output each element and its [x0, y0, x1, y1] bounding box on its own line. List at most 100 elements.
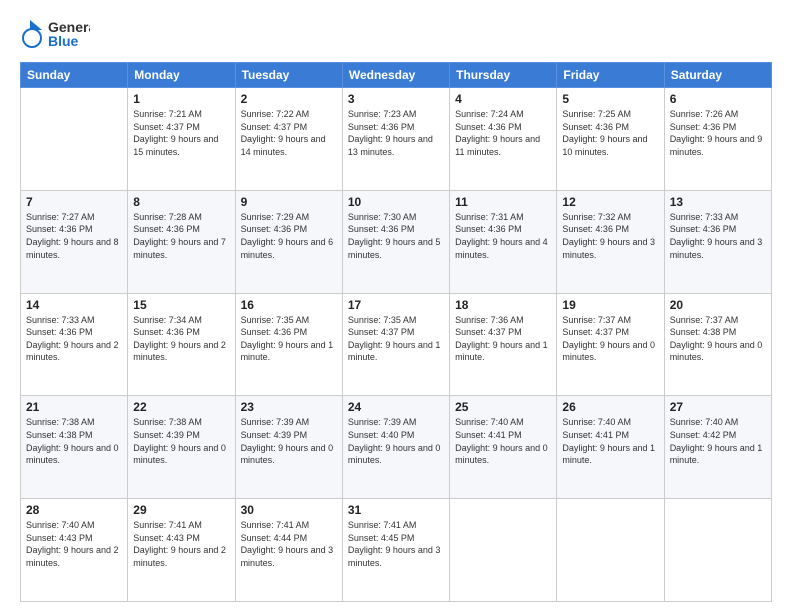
calendar-cell: 21 Sunrise: 7:38 AMSunset: 4:38 PMDayligh…	[21, 396, 128, 499]
cell-info: Sunrise: 7:38 AMSunset: 4:39 PMDaylight:…	[133, 416, 229, 466]
calendar-cell: 12Sunrise: 7:32 AMSunset: 4:36 PMDayligh…	[557, 190, 664, 293]
calendar-cell: 24 Sunrise: 7:39 AMSunset: 4:40 PMDayligh…	[342, 396, 449, 499]
calendar-cell: 19 Sunrise: 7:37 AMSunset: 4:37 PMDayligh…	[557, 293, 664, 396]
cell-info: Sunrise: 7:35 AMSunset: 4:36 PMDaylight:…	[241, 314, 337, 364]
cell-info: Sunrise: 7:29 AMSunset: 4:36 PMDaylight:…	[241, 211, 337, 261]
calendar-cell: 20 Sunrise: 7:37 AMSunset: 4:38 PMDayligh…	[664, 293, 771, 396]
cell-info: Sunrise: 7:40 AMSunset: 4:41 PMDaylight:…	[562, 416, 658, 466]
cell-info: Sunrise: 7:28 AMSunset: 4:36 PMDaylight:…	[133, 211, 229, 261]
cell-info: Sunrise: 7:24 AMSunset: 4:36 PMDaylight:…	[455, 108, 551, 158]
header-cell-sunday: Sunday	[21, 63, 128, 88]
calendar-week-3: 21 Sunrise: 7:38 AMSunset: 4:38 PMDayligh…	[21, 396, 772, 499]
header-cell-thursday: Thursday	[450, 63, 557, 88]
cell-info: Sunrise: 7:40 AMSunset: 4:43 PMDaylight:…	[26, 519, 122, 569]
cell-info: Sunrise: 7:23 AMSunset: 4:36 PMDaylight:…	[348, 108, 444, 158]
cell-info: Sunrise: 7:22 AMSunset: 4:37 PMDaylight:…	[241, 108, 337, 158]
calendar-cell: 28 Sunrise: 7:40 AMSunset: 4:43 PMDayligh…	[21, 499, 128, 602]
day-number: 31	[348, 503, 444, 517]
day-number: 29	[133, 503, 229, 517]
day-number: 8	[133, 195, 229, 209]
day-number: 16	[241, 298, 337, 312]
day-number: 2	[241, 92, 337, 106]
header-cell-friday: Friday	[557, 63, 664, 88]
cell-info: Sunrise: 7:35 AMSunset: 4:37 PMDaylight:…	[348, 314, 444, 364]
svg-text:Blue: Blue	[48, 33, 79, 49]
day-number: 11	[455, 195, 551, 209]
cell-info: Sunrise: 7:41 AMSunset: 4:43 PMDaylight:…	[133, 519, 229, 569]
day-number: 17	[348, 298, 444, 312]
day-number: 24	[348, 400, 444, 414]
day-number: 30	[241, 503, 337, 517]
calendar-cell: 3 Sunrise: 7:23 AMSunset: 4:36 PMDaylight…	[342, 88, 449, 191]
calendar-cell: 18 Sunrise: 7:36 AMSunset: 4:37 PMDayligh…	[450, 293, 557, 396]
calendar-cell: 9Sunrise: 7:29 AMSunset: 4:36 PMDaylight…	[235, 190, 342, 293]
cell-info: Sunrise: 7:40 AMSunset: 4:42 PMDaylight:…	[670, 416, 766, 466]
day-number: 23	[241, 400, 337, 414]
cell-info: Sunrise: 7:32 AMSunset: 4:36 PMDaylight:…	[562, 211, 658, 261]
calendar-week-1: 7Sunrise: 7:27 AMSunset: 4:36 PMDaylight…	[21, 190, 772, 293]
page-container: GeneralBlue SundayMondayTuesdayWednesday…	[0, 0, 792, 612]
day-number: 26	[562, 400, 658, 414]
day-number: 18	[455, 298, 551, 312]
day-number: 10	[348, 195, 444, 209]
cell-info: Sunrise: 7:37 AMSunset: 4:38 PMDaylight:…	[670, 314, 766, 364]
calendar-cell: 29 Sunrise: 7:41 AMSunset: 4:43 PMDayligh…	[128, 499, 235, 602]
calendar-cell: 8 Sunrise: 7:28 AMSunset: 4:36 PMDaylight…	[128, 190, 235, 293]
calendar-header-row: SundayMondayTuesdayWednesdayThursdayFrid…	[21, 63, 772, 88]
calendar-cell: 4 Sunrise: 7:24 AMSunset: 4:36 PMDaylight…	[450, 88, 557, 191]
day-number: 28	[26, 503, 122, 517]
day-number: 21	[26, 400, 122, 414]
header: GeneralBlue	[20, 16, 772, 52]
calendar-cell: 2 Sunrise: 7:22 AMSunset: 4:37 PMDaylight…	[235, 88, 342, 191]
calendar-week-0: 1 Sunrise: 7:21 AMSunset: 4:37 PMDaylight…	[21, 88, 772, 191]
calendar-cell: 6Sunrise: 7:26 AMSunset: 4:36 PMDaylight…	[664, 88, 771, 191]
calendar-cell: 11 Sunrise: 7:31 AMSunset: 4:36 PMDayligh…	[450, 190, 557, 293]
calendar-cell: 10 Sunrise: 7:30 AMSunset: 4:36 PMDayligh…	[342, 190, 449, 293]
day-number: 19	[562, 298, 658, 312]
day-number: 22	[133, 400, 229, 414]
day-number: 5	[562, 92, 658, 106]
day-number: 15	[133, 298, 229, 312]
header-cell-wednesday: Wednesday	[342, 63, 449, 88]
calendar-cell: 31Sunrise: 7:41 AMSunset: 4:45 PMDayligh…	[342, 499, 449, 602]
calendar-cell: 14 Sunrise: 7:33 AMSunset: 4:36 PMDayligh…	[21, 293, 128, 396]
day-number: 13	[670, 195, 766, 209]
calendar-cell: 23Sunrise: 7:39 AMSunset: 4:39 PMDayligh…	[235, 396, 342, 499]
calendar-cell	[450, 499, 557, 602]
header-cell-monday: Monday	[128, 63, 235, 88]
calendar-cell: 15 Sunrise: 7:34 AMSunset: 4:36 PMDayligh…	[128, 293, 235, 396]
cell-info: Sunrise: 7:41 AMSunset: 4:44 PMDaylight:…	[241, 519, 337, 569]
day-number: 27	[670, 400, 766, 414]
cell-info: Sunrise: 7:27 AMSunset: 4:36 PMDaylight:…	[26, 211, 122, 261]
calendar-week-4: 28 Sunrise: 7:40 AMSunset: 4:43 PMDayligh…	[21, 499, 772, 602]
cell-info: Sunrise: 7:21 AMSunset: 4:37 PMDaylight:…	[133, 108, 229, 158]
header-cell-saturday: Saturday	[664, 63, 771, 88]
calendar-cell: 1 Sunrise: 7:21 AMSunset: 4:37 PMDaylight…	[128, 88, 235, 191]
cell-info: Sunrise: 7:36 AMSunset: 4:37 PMDaylight:…	[455, 314, 551, 364]
day-number: 20	[670, 298, 766, 312]
logo-svg: GeneralBlue	[20, 16, 90, 52]
header-cell-tuesday: Tuesday	[235, 63, 342, 88]
calendar-cell: 5 Sunrise: 7:25 AMSunset: 4:36 PMDaylight…	[557, 88, 664, 191]
calendar-week-2: 14 Sunrise: 7:33 AMSunset: 4:36 PMDayligh…	[21, 293, 772, 396]
cell-info: Sunrise: 7:38 AMSunset: 4:38 PMDaylight:…	[26, 416, 122, 466]
day-number: 25	[455, 400, 551, 414]
cell-info: Sunrise: 7:34 AMSunset: 4:36 PMDaylight:…	[133, 314, 229, 364]
cell-info: Sunrise: 7:25 AMSunset: 4:36 PMDaylight:…	[562, 108, 658, 158]
day-number: 4	[455, 92, 551, 106]
day-number: 14	[26, 298, 122, 312]
day-number: 6	[670, 92, 766, 106]
cell-info: Sunrise: 7:30 AMSunset: 4:36 PMDaylight:…	[348, 211, 444, 261]
cell-info: Sunrise: 7:33 AMSunset: 4:36 PMDaylight:…	[26, 314, 122, 364]
calendar-cell: 27 Sunrise: 7:40 AMSunset: 4:42 PMDayligh…	[664, 396, 771, 499]
cell-info: Sunrise: 7:39 AMSunset: 4:40 PMDaylight:…	[348, 416, 444, 466]
cell-info: Sunrise: 7:37 AMSunset: 4:37 PMDaylight:…	[562, 314, 658, 364]
day-number: 1	[133, 92, 229, 106]
day-number: 3	[348, 92, 444, 106]
calendar-cell: 7Sunrise: 7:27 AMSunset: 4:36 PMDaylight…	[21, 190, 128, 293]
cell-info: Sunrise: 7:33 AMSunset: 4:36 PMDaylight:…	[670, 211, 766, 261]
calendar-cell	[664, 499, 771, 602]
cell-info: Sunrise: 7:31 AMSunset: 4:36 PMDaylight:…	[455, 211, 551, 261]
calendar-table: SundayMondayTuesdayWednesdayThursdayFrid…	[20, 62, 772, 602]
calendar-cell: 17 Sunrise: 7:35 AMSunset: 4:37 PMDayligh…	[342, 293, 449, 396]
